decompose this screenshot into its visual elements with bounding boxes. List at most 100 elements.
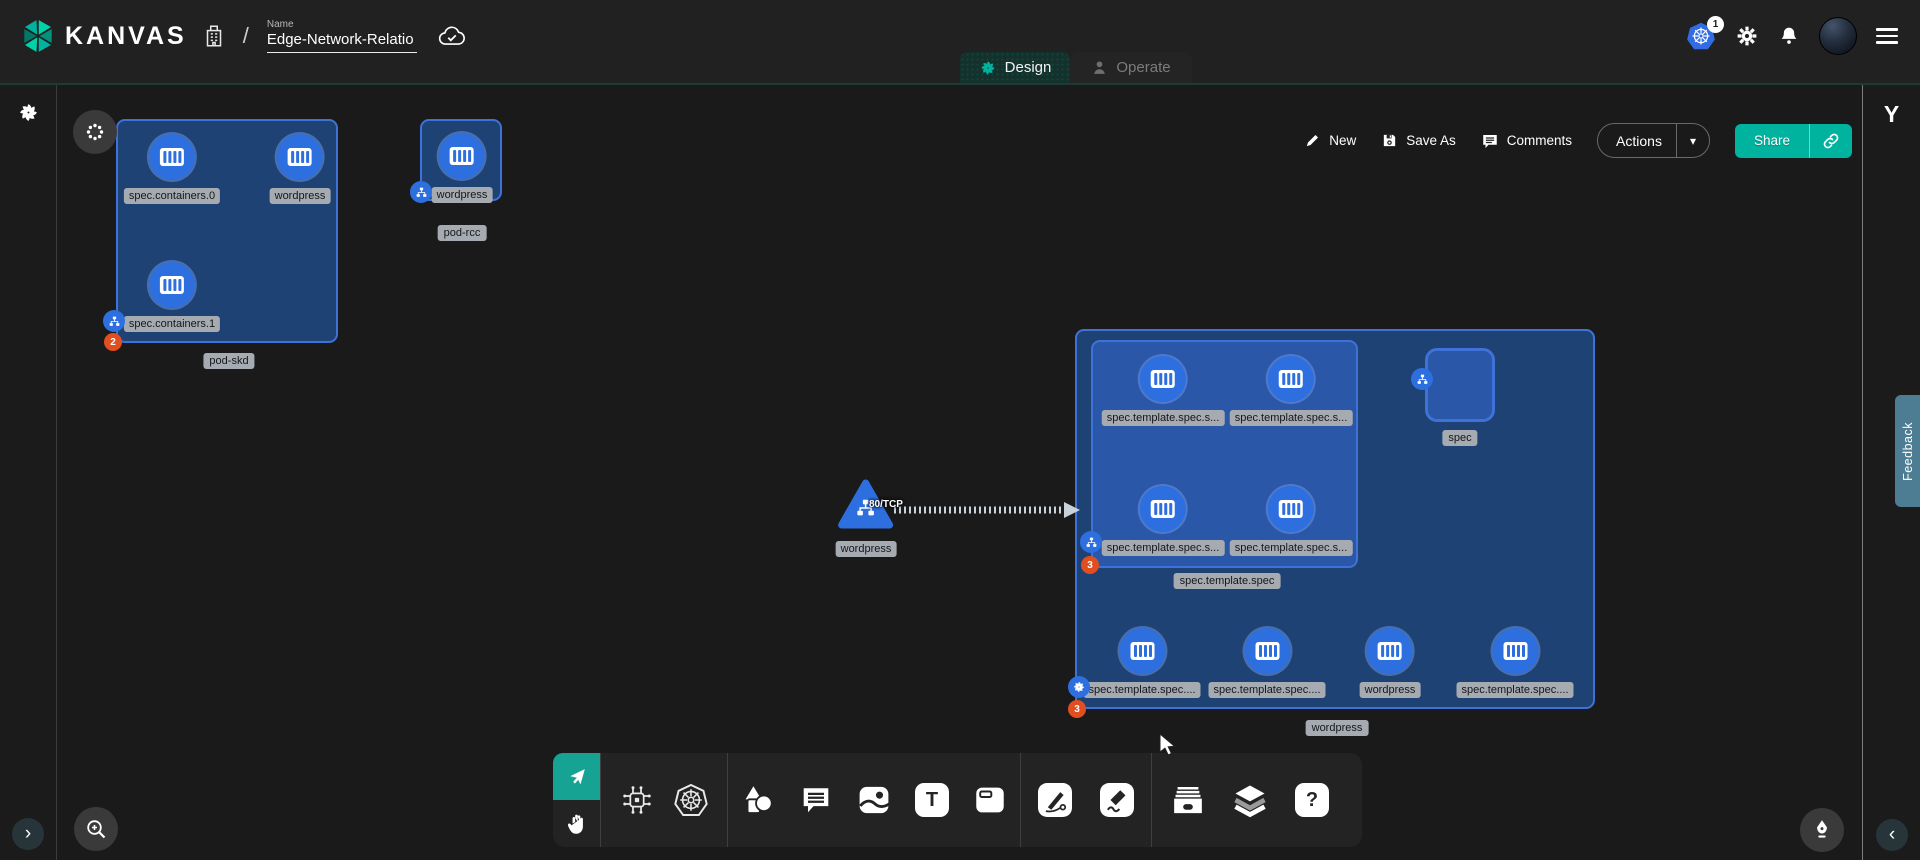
- components-tool[interactable]: [619, 782, 655, 818]
- note-tool[interactable]: [972, 782, 1008, 818]
- mode-tabs: Design Operate: [960, 52, 1192, 83]
- network-relation-icon: [1080, 531, 1102, 553]
- kubernetes-tool[interactable]: [673, 782, 709, 818]
- share-button[interactable]: Share: [1735, 124, 1852, 158]
- tab-operate-label: Operate: [1116, 59, 1170, 76]
- app-header: KANVAS / Name: [0, 0, 1920, 83]
- node-template-container-0[interactable]: spec.template.spec.s...: [1102, 356, 1225, 426]
- actions-dropdown[interactable]: Actions ▾: [1597, 123, 1710, 158]
- node-template-container-2[interactable]: spec.template.spec.s...: [1102, 486, 1225, 556]
- freehand-draw-tool[interactable]: [1099, 782, 1135, 818]
- service-edge[interactable]: [880, 495, 1085, 525]
- select-tool[interactable]: [553, 753, 600, 800]
- feedback-tab[interactable]: Feedback: [1895, 395, 1920, 507]
- group-label: pod-skd: [203, 353, 254, 369]
- design-name-input[interactable]: [267, 31, 417, 53]
- container-icon: [159, 147, 185, 167]
- node-label: wordpress: [432, 187, 493, 203]
- design-canvas[interactable]: › Y ‹ New: [0, 83, 1920, 860]
- kanvas-app: KANVAS / Name: [0, 0, 1920, 860]
- node-wordpress-container[interactable]: wordpress: [432, 133, 493, 203]
- right-rail-logo: Y: [1863, 101, 1920, 128]
- brand-text: KANVAS: [65, 22, 187, 51]
- group-pod-rcc[interactable]: wordpress pod-rcc: [420, 119, 502, 201]
- node-template-container-1[interactable]: spec.template.spec.s...: [1230, 356, 1353, 426]
- text-tool-glyph: T: [915, 783, 949, 817]
- hand-icon: [565, 812, 589, 836]
- node-label: spec.template.spec.s...: [1102, 540, 1225, 556]
- container-icon: [1502, 641, 1528, 661]
- k8s-count-badge: 1: [1707, 16, 1724, 33]
- tab-operate[interactable]: Operate: [1070, 52, 1192, 83]
- node-spec-containers-1[interactable]: spec.containers.1: [124, 262, 220, 332]
- node-label: spec.template.spec....: [1457, 682, 1574, 698]
- node-label: wordpress: [836, 541, 897, 557]
- container-icon: [1278, 499, 1304, 519]
- pan-tool[interactable]: [553, 800, 600, 847]
- issue-count-badge: 2: [104, 333, 122, 351]
- pen-mode-fab[interactable]: [1800, 808, 1844, 852]
- comments-button[interactable]: Comments: [1481, 132, 1572, 150]
- cloud-saved-icon: [437, 24, 467, 48]
- node-deploy-container-0[interactable]: spec.template.spec....: [1084, 628, 1201, 698]
- issue-count-badge: 3: [1068, 700, 1086, 718]
- group-deployment-wordpress[interactable]: spec.template.spec.s... spec.template.sp…: [1075, 329, 1595, 709]
- node-label: spec.template.spec....: [1209, 682, 1326, 698]
- text-tool[interactable]: T: [914, 782, 950, 818]
- help-tool[interactable]: ?: [1294, 782, 1330, 818]
- kanvas-logo[interactable]: KANVAS: [20, 16, 187, 56]
- node-spec-containers-0[interactable]: spec.containers.0: [124, 134, 220, 204]
- group-label: pod-rcc: [438, 225, 487, 241]
- image-tool[interactable]: [856, 782, 892, 818]
- saved-components-drawer-tool[interactable]: [1170, 782, 1206, 818]
- shapes-tool[interactable]: [740, 782, 776, 818]
- notifications-bell-icon[interactable]: [1778, 24, 1800, 48]
- container-icon: [287, 147, 313, 167]
- save-as-button[interactable]: Save As: [1381, 132, 1456, 149]
- design-spiral-icon: [979, 59, 997, 77]
- node-label: spec.template.spec.s...: [1102, 410, 1225, 426]
- copy-link-button[interactable]: [1810, 132, 1852, 150]
- tab-design[interactable]: Design: [960, 52, 1070, 83]
- group-pod-skd[interactable]: spec.containers.0 wordpress spec.contain…: [116, 119, 338, 343]
- left-rail-spiral-icon[interactable]: [17, 101, 40, 124]
- expand-right-panel-button[interactable]: ‹: [1876, 819, 1908, 851]
- kanvas-hexagon-icon: [20, 16, 56, 56]
- chevron-left-icon: ‹: [1889, 824, 1895, 846]
- node-label: wordpress: [1360, 682, 1421, 698]
- node-deploy-container-2[interactable]: wordpress: [1360, 628, 1421, 698]
- layers-tool[interactable]: [1232, 782, 1268, 818]
- quick-actions-fab[interactable]: [73, 110, 117, 154]
- link-icon: [1822, 132, 1840, 150]
- chevron-right-icon: ›: [25, 823, 31, 845]
- container-icon: [1254, 641, 1280, 661]
- node-spec[interactable]: [1425, 348, 1495, 422]
- organization-icon[interactable]: [201, 23, 227, 49]
- network-relation-icon: [1411, 368, 1433, 390]
- group-spec-template-spec[interactable]: spec.template.spec.s... spec.template.sp…: [1091, 340, 1358, 568]
- container-icon: [1150, 369, 1176, 389]
- menu-hamburger-icon[interactable]: [1876, 24, 1898, 48]
- node-deploy-container-1[interactable]: spec.template.spec....: [1209, 628, 1326, 698]
- helm-relation-icon: [1068, 676, 1090, 698]
- node-label: spec.containers.0: [124, 188, 220, 204]
- user-avatar[interactable]: [1819, 17, 1857, 55]
- operate-person-icon: [1091, 59, 1108, 76]
- settings-gear-icon[interactable]: [1735, 24, 1759, 48]
- node-wordpress-container[interactable]: wordpress: [270, 134, 331, 204]
- kubernetes-context-icon[interactable]: 1: [1686, 21, 1716, 51]
- circuit-icon: [621, 784, 653, 816]
- node-deploy-container-3[interactable]: spec.template.spec....: [1457, 628, 1574, 698]
- zoom-search-fab[interactable]: [74, 807, 118, 851]
- edge-pen-tool[interactable]: [1037, 782, 1073, 818]
- floppy-icon: [1381, 132, 1398, 149]
- new-button[interactable]: New: [1304, 132, 1356, 149]
- caret-down-icon: ▾: [1677, 134, 1709, 148]
- comment-tool[interactable]: [798, 782, 834, 818]
- node-template-container-3[interactable]: spec.template.spec.s...: [1230, 486, 1353, 556]
- left-rail: ›: [0, 85, 57, 860]
- network-relation-icon: [410, 181, 432, 203]
- expand-left-panel-button[interactable]: ›: [12, 818, 44, 850]
- design-name-field: Name: [267, 19, 417, 53]
- comment-icon: [1481, 132, 1499, 150]
